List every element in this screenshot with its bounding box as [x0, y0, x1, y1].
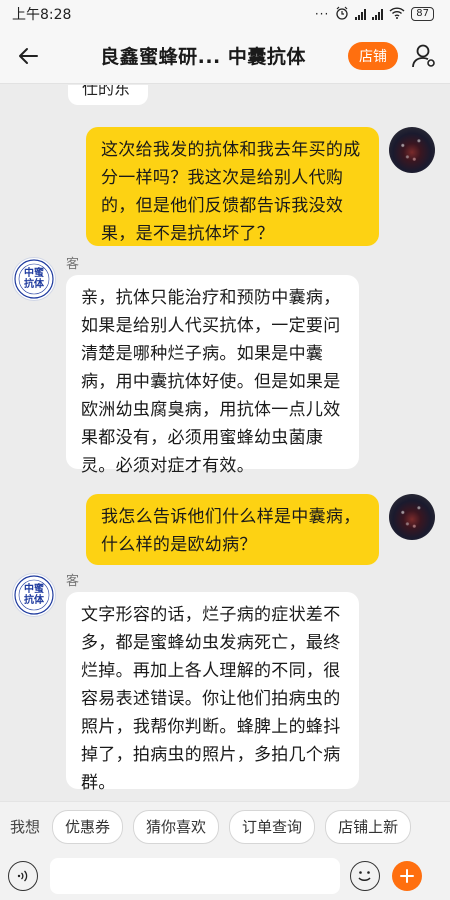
more-dots-icon: ··· — [314, 7, 330, 21]
partial-message-bubble: 仕的东 — [68, 85, 148, 105]
sender-label: 客 — [66, 574, 80, 589]
shop-avatar-line2: 抗体 — [24, 279, 44, 290]
message-text: 文字形容的话，烂子病的症状差不多，都是蜜蜂幼虫发病死亡，最终烂掉。再加上各人理解… — [81, 605, 341, 793]
status-icons: ··· 87 — [315, 6, 434, 23]
chat-message-list[interactable]: 仕的东 这次给我发的抗体和我去年买的成分一样吗？我这次是给别人代购的，但是他们反… — [0, 85, 450, 801]
arrow-left-icon — [19, 47, 38, 64]
message-text: 这次给我发的抗体和我去年买的成分一样吗？我这次是给别人代购的，但是他们反馈都告诉… — [101, 140, 361, 244]
user-profile-button[interactable] — [398, 28, 450, 84]
quick-bar-label: 我想 — [10, 818, 41, 836]
plus-icon — [400, 868, 414, 883]
my-avatar[interactable] — [389, 494, 435, 540]
smile-icon — [358, 870, 371, 881]
wifi-icon — [389, 6, 405, 22]
status-time: 上午8:28 — [12, 7, 72, 23]
my-message-bubble[interactable]: 这次给我发的抗体和我去年买的成分一样吗？我这次是给别人代购的，但是他们反馈都告诉… — [86, 127, 379, 246]
shop-avatar-line1: 中蜜 — [24, 268, 44, 279]
quick-chip-order-query[interactable]: 订单查询 — [229, 809, 316, 844]
shop-avatar-line1: 中蜜 — [24, 584, 44, 595]
voice-wave-icon — [17, 870, 28, 881]
signal-icon-2 — [372, 8, 384, 20]
message-input-bar — [0, 851, 450, 900]
my-avatar[interactable] — [389, 127, 435, 173]
voice-button[interactable] — [8, 860, 38, 891]
shop-avatar-text: 中蜜 抗体 — [12, 584, 56, 606]
my-message-bubble[interactable]: 我怎么告诉他们什么样是中囊病，什么样的是欧幼病？ — [86, 494, 379, 565]
alarm-icon — [335, 6, 349, 23]
battery-indicator: 87 — [411, 7, 434, 21]
shop-button[interactable]: 店铺 — [348, 41, 398, 70]
signal-icon — [355, 8, 367, 20]
more-actions-button[interactable] — [392, 860, 422, 891]
message-input[interactable] — [50, 857, 340, 894]
quick-chip-new-arrivals[interactable]: 店铺上新 — [325, 809, 412, 844]
chat-header: 良鑫蜜蜂研... 中囊抗体 店铺 — [0, 28, 450, 84]
message-text: 亲，抗体只能治疗和预防中囊病，如果是给别人代买抗体，一定要问清楚是哪种烂子病。如… — [81, 288, 341, 476]
message-text: 我怎么告诉他们什么样是中囊病，什么样的是欧幼病？ — [101, 507, 361, 555]
partial-message-text: 仕的东 — [82, 85, 131, 98]
shop-avatar-text: 中蜜 抗体 — [12, 268, 56, 290]
quick-chip-coupon[interactable]: 优惠券 — [52, 809, 124, 844]
quick-action-bar: 我想 优惠券 猜你喜欢 订单查询 店铺上新 — [0, 801, 450, 851]
user-settings-icon — [412, 44, 435, 67]
chat-title: 良鑫蜜蜂研... 中囊抗体 — [100, 46, 306, 68]
shop-avatar-line2: 抗体 — [24, 595, 44, 606]
status-bar: 上午8:28 ··· 87 — [0, 0, 450, 28]
back-button[interactable] — [0, 28, 56, 84]
quick-chip-recommend[interactable]: 猜你喜欢 — [133, 809, 220, 844]
sender-label: 客 — [66, 257, 80, 272]
shop-message-bubble[interactable]: 文字形容的话，烂子病的症状差不多，都是蜜蜂幼虫发病死亡，最终烂掉。再加上各人理解… — [66, 592, 359, 793]
emoji-button[interactable] — [350, 860, 380, 891]
shop-message-bubble[interactable]: 亲，抗体只能治疗和预防中囊病，如果是给别人代买抗体，一定要问清楚是哪种烂子病。如… — [66, 275, 359, 476]
